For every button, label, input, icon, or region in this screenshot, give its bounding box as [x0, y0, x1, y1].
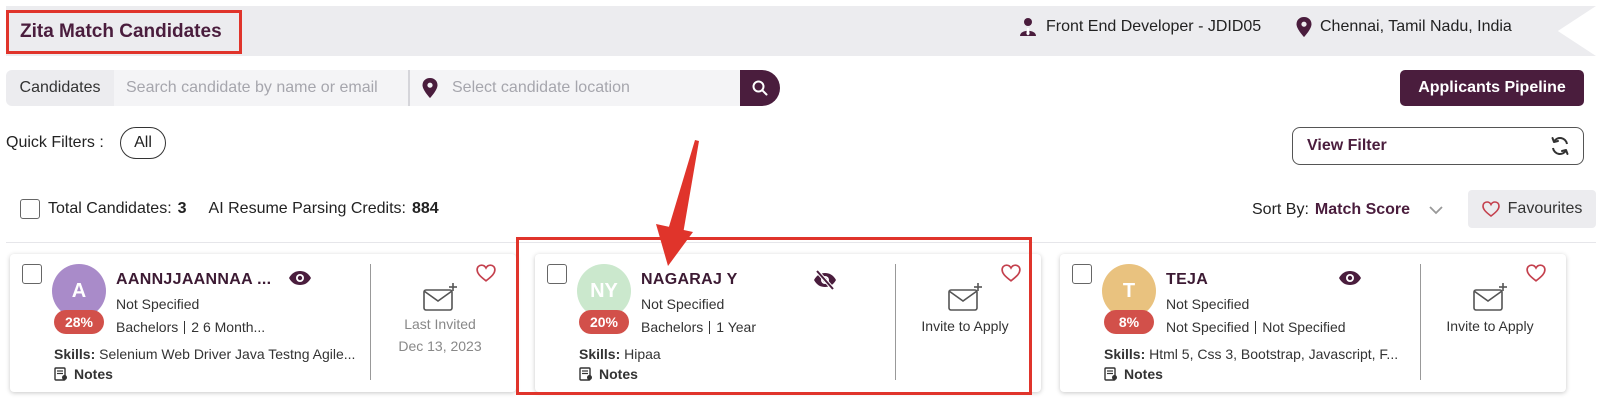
- filter-chip-all[interactable]: All: [120, 127, 166, 159]
- heart-icon[interactable]: [1526, 264, 1546, 282]
- candidate-checkbox[interactable]: [1072, 264, 1092, 284]
- page-title-box: Zita Match Candidates: [6, 10, 242, 54]
- user-tie-icon: [1020, 18, 1036, 36]
- location-pin-icon: [1296, 17, 1312, 37]
- credits-value: 884: [411, 200, 439, 217]
- notes-link[interactable]: Notes: [1104, 366, 1163, 382]
- annotation-highlight-box: [516, 237, 1032, 395]
- candidate-card[interactable]: A 28% AANNJJAANNAA ... Not Specified Bac…: [10, 254, 516, 392]
- experience: 2 6 Month...: [191, 319, 266, 335]
- last-invited-label: Last Invited: [404, 316, 476, 332]
- skills-value: Html 5, Css 3, Bootstrap, Javascript, F.…: [1149, 346, 1399, 362]
- chevron-down-icon[interactable]: [1428, 205, 1444, 215]
- job-title: Front End Developer - JDID05: [1046, 18, 1262, 35]
- candidate-name[interactable]: AANNJJAANNAA ...: [116, 271, 271, 289]
- candidate-name[interactable]: TEJA: [1166, 271, 1208, 289]
- candidate-location: Not Specified: [1166, 296, 1250, 312]
- job-location-text: Chennai, Tamil Nadu, India: [1320, 18, 1512, 35]
- select-all-checkbox[interactable]: [20, 199, 40, 219]
- last-invited-date: Dec 13, 2023: [398, 338, 482, 354]
- total-candidates-label: Total Candidates:: [48, 200, 172, 217]
- eye-icon[interactable]: [288, 270, 312, 286]
- education-degree: Not Specified: [1166, 319, 1250, 335]
- favourites-label: Favourites: [1507, 200, 1583, 217]
- view-filter-label: View Filter: [1307, 137, 1387, 154]
- job-location: Chennai, Tamil Nadu, India: [1296, 17, 1512, 37]
- applicants-pipeline-button[interactable]: Applicants Pipeline: [1400, 70, 1584, 106]
- refresh-icon[interactable]: [1549, 135, 1571, 157]
- notes-link[interactable]: Notes: [54, 366, 113, 382]
- card-divider: [1420, 264, 1421, 380]
- total-candidates-value: 3: [177, 200, 187, 217]
- heart-icon[interactable]: [476, 264, 496, 282]
- favourites-button[interactable]: Favourites: [1468, 190, 1596, 228]
- candidate-checkbox[interactable]: [22, 264, 42, 284]
- job-info: Front End Developer - JDID05: [1018, 17, 1261, 37]
- experience: Not Specified: [1262, 319, 1346, 335]
- location-search: [408, 70, 740, 106]
- sort-dropdown[interactable]: Sort By: Match Score: [1252, 201, 1444, 219]
- notes-icon: [1104, 367, 1117, 381]
- candidate-location: Not Specified: [116, 296, 200, 312]
- invite-label: Invite to Apply: [1446, 318, 1534, 334]
- notes-label: Notes: [74, 366, 113, 382]
- match-score-badge: 28%: [54, 310, 104, 334]
- skills-label: Skills:: [54, 346, 96, 362]
- credits-label: AI Resume Parsing Credits:: [208, 200, 406, 217]
- mail-plus-icon: [423, 283, 457, 311]
- totals-row: Total Candidates: 3 AI Resume Parsing Cr…: [20, 199, 439, 219]
- skills-label: Skills:: [1104, 346, 1146, 362]
- quick-filters-label: Quick Filters :: [6, 134, 104, 151]
- candidate-education: Not Specified Not Specified: [1166, 319, 1346, 335]
- candidates-tab[interactable]: Candidates: [6, 70, 114, 106]
- view-filter-button[interactable]: View Filter: [1292, 127, 1584, 165]
- candidate-skills: Skills: Selenium Web Driver Java Testng …: [54, 346, 355, 362]
- mail-plus-icon: [1473, 283, 1507, 311]
- notes-icon: [54, 367, 67, 381]
- skills-value: Selenium Web Driver Java Testng Agile...: [99, 346, 356, 362]
- card-divider: [370, 264, 371, 380]
- location-pin-icon: [422, 78, 438, 98]
- education-degree: Bachelors: [116, 319, 179, 335]
- candidate-education: Bachelors 2 6 Month...: [116, 319, 265, 335]
- candidate-card[interactable]: T 8% TEJA Not Specified Not Specified Not…: [1060, 254, 1566, 392]
- search-input[interactable]: [114, 70, 408, 106]
- sort-label: Sort By:: [1252, 201, 1309, 218]
- notes-label: Notes: [1124, 366, 1163, 382]
- eye-icon[interactable]: [1338, 270, 1362, 286]
- heart-icon: [1481, 201, 1500, 217]
- search-button[interactable]: [740, 70, 780, 106]
- location-input[interactable]: [438, 71, 718, 105]
- annotation-arrow-icon: [656, 140, 699, 266]
- candidate-skills: Skills: Html 5, Css 3, Bootstrap, Javasc…: [1104, 346, 1398, 362]
- match-score-badge: 8%: [1104, 310, 1154, 334]
- search-icon: [752, 80, 768, 96]
- sort-value: Match Score: [1314, 201, 1411, 218]
- page-title: Zita Match Candidates: [20, 21, 222, 42]
